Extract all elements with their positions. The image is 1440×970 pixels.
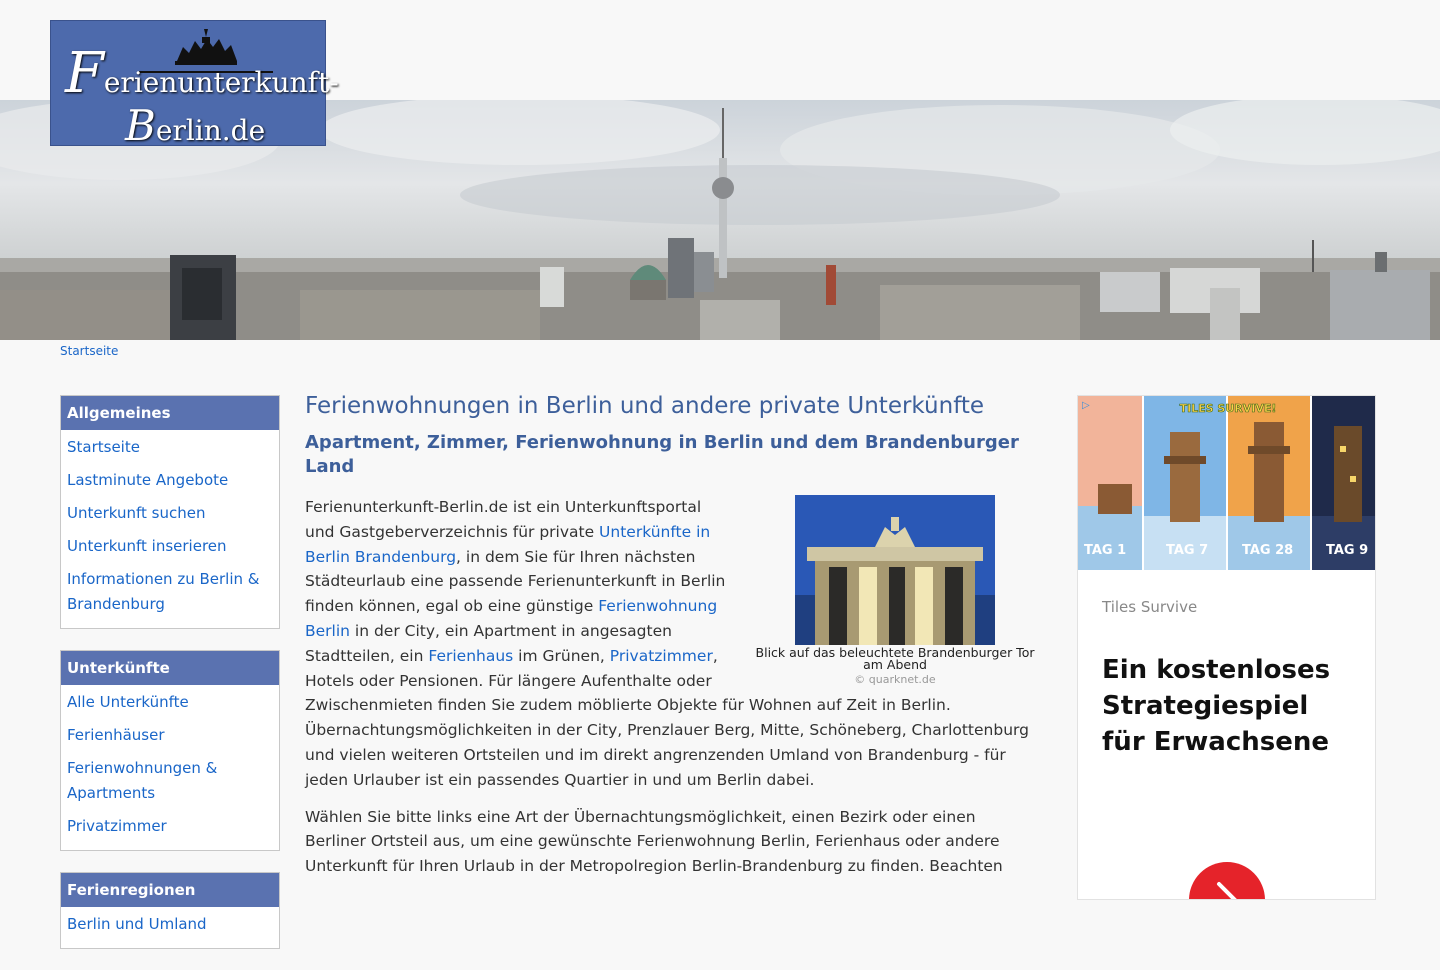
breadcrumb-home-link[interactable]: Startseite [60, 344, 118, 358]
second-paragraph: Wählen Sie bitte links eine Art der Über… [305, 807, 1003, 876]
ad-headline[interactable]: Ein kostenloses Strategiespiel für Erwac… [1102, 652, 1352, 760]
sidebar-link-alle-unterkuenfte[interactable]: Alle Unterkünfte [67, 693, 189, 711]
breadcrumb: Startseite [60, 344, 118, 358]
sidebar: Allgemeines Startseite Lastminute Angebo… [60, 395, 280, 970]
brandenburg-gate-image[interactable] [795, 495, 995, 645]
advertisement[interactable]: TILES SURVIVE! TAG 1 TAG 7 TAG 28 TAG 9 … [1077, 395, 1376, 900]
sidebar-link-ferienwohnungen[interactable]: Ferienwohnungen & Apartments [67, 759, 217, 802]
sidebar-section-title: Unterkünfte [61, 651, 279, 685]
ad-tile-label: TAG 9 [1326, 543, 1368, 558]
figure-caption: Blick auf das beleuchtete Brandenburger … [755, 645, 1035, 672]
sidebar-link-unterkunft-suchen[interactable]: Unterkunft suchen [67, 504, 205, 522]
sidebar-section-title: Ferienregionen [61, 873, 279, 907]
sidebar-link-unterkunft-inserieren[interactable]: Unterkunft inserieren [67, 537, 227, 555]
adchoices-icon[interactable]: ▷ [1082, 400, 1090, 411]
main-content: Ferienwohnungen in Berlin und andere pri… [305, 393, 1034, 891]
sidebar-link-berlin-umland[interactable]: Berlin und Umland [67, 915, 207, 933]
chevron-right-icon [1217, 882, 1237, 899]
sidebar-section-title: Allgemeines [61, 396, 279, 430]
logo-text-line-2: Berlin.de [125, 101, 266, 150]
ad-tile-label: TAG 28 [1242, 543, 1293, 558]
sidebar-section-unterkuenfte: Unterkünfte Alle Unterkünfte Ferienhäuse… [60, 650, 280, 851]
ad-game-logo: TILES SURVIVE! [1180, 402, 1277, 415]
sidebar-link-ferienhaeuser[interactable]: Ferienhäuser [67, 726, 165, 744]
link-ferienhaus[interactable]: Ferienhaus [428, 647, 513, 665]
sidebar-link-startseite[interactable]: Startseite [67, 438, 140, 456]
page-subtitle: Apartment, Zimmer, Ferienwohnung in Berl… [305, 432, 1019, 477]
ad-game-tiles-image[interactable]: TILES SURVIVE! TAG 1 TAG 7 TAG 28 TAG 9 [1078, 396, 1376, 570]
page-title: Ferienwohnungen in Berlin und andere pri… [305, 393, 985, 419]
logo-text-line-1: Ferienunterkunft- [65, 41, 339, 106]
site-logo[interactable]: Ferienunterkunft- Berlin.de [50, 20, 339, 150]
sidebar-link-privatzimmer[interactable]: Privatzimmer [67, 817, 167, 835]
figure-credit: © quarknet.de [854, 673, 936, 686]
sidebar-section-allgemeines: Allgemeines Startseite Lastminute Angebo… [60, 395, 280, 629]
sidebar-link-informationen[interactable]: Informationen zu Berlin & Brandenburg [67, 570, 259, 613]
sidebar-link-lastminute[interactable]: Lastminute Angebote [67, 471, 228, 489]
ad-cta-button[interactable] [1189, 862, 1265, 899]
sidebar-section-ferienregionen: Ferienregionen Berlin und Umland [60, 872, 280, 949]
ad-tile-label: TAG 7 [1166, 543, 1208, 558]
brandenburg-gate-figure: Blick auf das beleuchtete Brandenburger … [750, 495, 1040, 686]
link-privatzimmer[interactable]: Privatzimmer [610, 647, 713, 665]
ad-brand-name: Tiles Survive [1102, 598, 1198, 616]
ad-tile-label: TAG 1 [1084, 543, 1126, 558]
